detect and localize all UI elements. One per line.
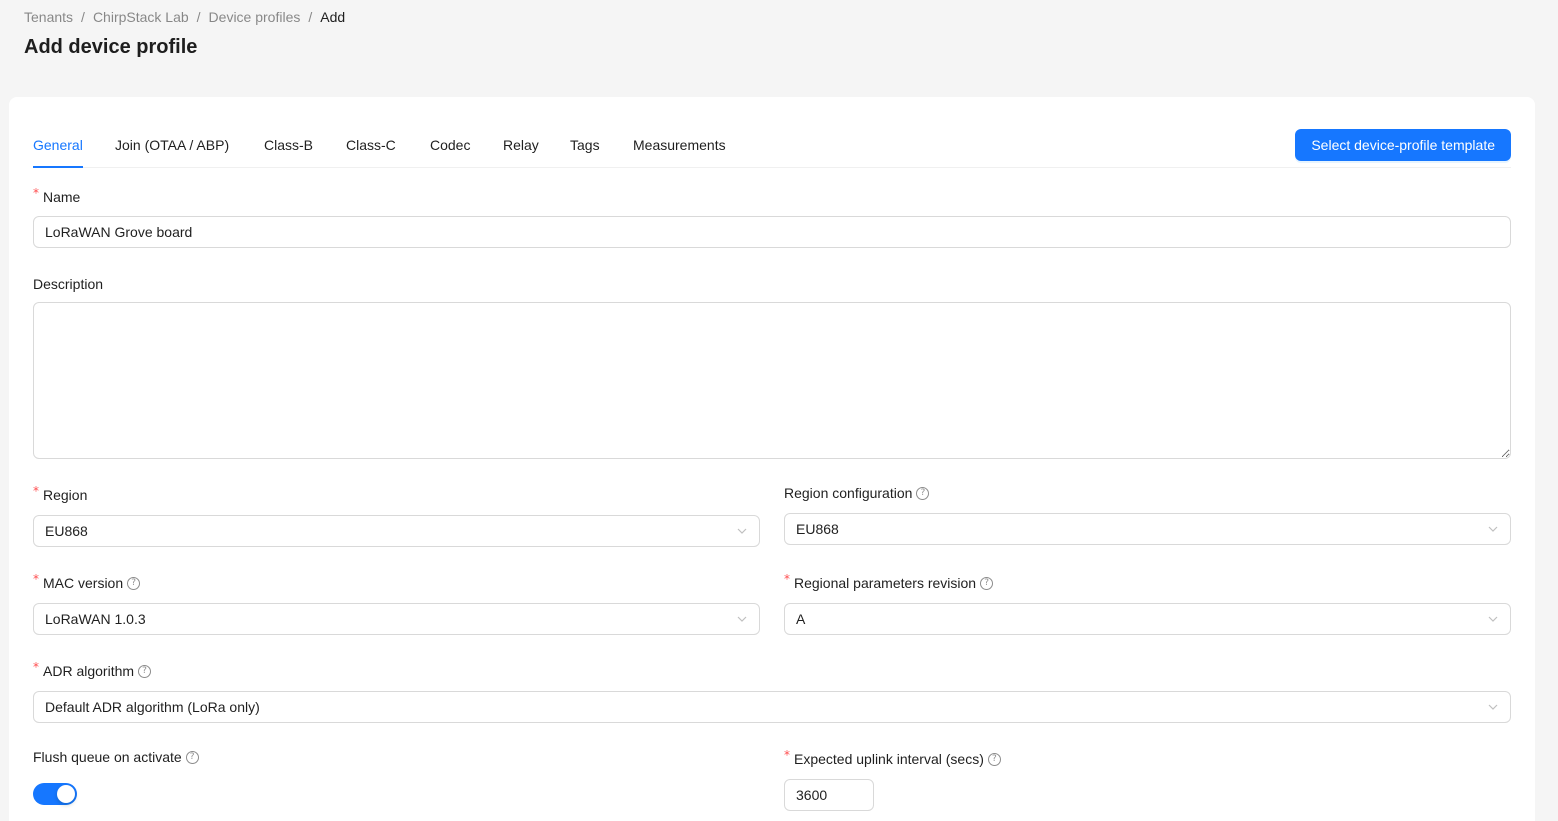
name-label: * Name: [33, 186, 81, 205]
required-mark: *: [784, 572, 790, 586]
tab-class-b[interactable]: Class-B: [264, 137, 313, 153]
uplink-interval-label: * Expected uplink interval (secs) ?: [784, 748, 1001, 767]
adr-algorithm-select[interactable]: Default ADR algorithm (LoRa only): [33, 691, 1511, 723]
region-label-text: Region: [43, 487, 88, 503]
adr-algorithm-label: * ADR algorithm ?: [33, 660, 152, 679]
region-configuration-label: Region configuration ?: [784, 485, 930, 501]
adr-algorithm-select-value: Default ADR algorithm (LoRa only): [45, 699, 260, 715]
chevron-down-icon: [737, 616, 747, 622]
select-template-button[interactable]: Select device-profile template: [1295, 129, 1511, 161]
question-circle-icon[interactable]: ?: [127, 576, 141, 590]
question-circle-icon[interactable]: ?: [185, 750, 199, 764]
description-label: Description: [33, 276, 103, 292]
breadcrumb-item-tenants[interactable]: Tenants: [24, 9, 73, 25]
uplink-interval-input[interactable]: [784, 779, 874, 811]
flush-queue-label: Flush queue on activate ?: [33, 749, 199, 765]
name-label-text: Name: [43, 189, 81, 205]
chevron-down-icon: [1488, 526, 1498, 532]
question-circle-icon[interactable]: ?: [987, 752, 1001, 766]
region-configuration-select[interactable]: EU868: [784, 513, 1511, 545]
tab-join[interactable]: Join (OTAA / ABP): [115, 137, 229, 153]
required-mark: *: [33, 572, 39, 586]
breadcrumb-separator: /: [81, 9, 85, 25]
region-configuration-label-text: Region configuration: [784, 485, 913, 501]
adr-algorithm-label-text: ADR algorithm: [43, 663, 135, 679]
active-tab-indicator: [33, 166, 83, 168]
uplink-interval-label-text: Expected uplink interval (secs): [794, 751, 984, 767]
chevron-down-icon: [737, 528, 747, 534]
regional-parameters-revision-select[interactable]: A: [784, 603, 1511, 635]
required-mark: *: [784, 748, 790, 762]
required-mark: *: [33, 660, 39, 674]
description-label-text: Description: [33, 276, 104, 292]
tab-codec[interactable]: Codec: [430, 137, 470, 153]
region-select[interactable]: EU868: [33, 515, 760, 547]
regional-parameters-revision-label: * Regional parameters revision ?: [784, 572, 994, 591]
regional-parameters-revision-label-text: Regional parameters revision: [794, 575, 977, 591]
question-circle-icon[interactable]: ?: [916, 486, 930, 500]
question-circle-icon[interactable]: ?: [138, 664, 152, 678]
breadcrumb-separator: /: [308, 9, 313, 25]
required-mark: *: [33, 186, 39, 200]
mac-version-label-text: MAC version: [43, 575, 124, 591]
tab-relay[interactable]: Relay: [503, 137, 539, 153]
mac-version-select-value: LoRaWAN 1.0.3: [45, 611, 146, 627]
tab-bar: General Join (OTAA / ABP) Class-B Class-…: [33, 129, 1511, 168]
chevron-down-icon: [1488, 616, 1498, 622]
breadcrumb-item-device-profiles[interactable]: Device profiles: [209, 9, 301, 25]
switch-knob: [57, 785, 75, 803]
region-select-value: EU868: [45, 523, 88, 539]
name-input[interactable]: [33, 216, 1511, 248]
form-card: General Join (OTAA / ABP) Class-B Class-…: [9, 97, 1535, 821]
breadcrumb-item-current: Add: [320, 9, 346, 25]
breadcrumb: Tenants / ChirpStack Lab / Device profil…: [24, 9, 345, 25]
required-mark: *: [33, 484, 39, 498]
tab-tags[interactable]: Tags: [570, 137, 600, 153]
question-circle-icon[interactable]: ?: [980, 576, 994, 590]
mac-version-select[interactable]: LoRaWAN 1.0.3: [33, 603, 760, 635]
breadcrumb-separator: /: [196, 9, 201, 25]
page-title: Add device profile: [24, 36, 198, 58]
breadcrumb-item-tenant[interactable]: ChirpStack Lab: [93, 9, 189, 25]
region-configuration-select-value: EU868: [796, 521, 839, 537]
flush-queue-switch[interactable]: [33, 783, 77, 805]
mac-version-label: * MAC version ?: [33, 572, 141, 591]
tab-general[interactable]: General: [33, 137, 83, 153]
description-textarea[interactable]: [33, 302, 1511, 459]
chevron-down-icon: [1488, 704, 1498, 710]
flush-queue-label-text: Flush queue on activate: [33, 749, 182, 765]
tab-class-c[interactable]: Class-C: [346, 137, 396, 153]
regional-parameters-revision-select-value: A: [796, 611, 806, 627]
region-label: * Region: [33, 484, 88, 503]
tab-measurements[interactable]: Measurements: [633, 137, 726, 153]
